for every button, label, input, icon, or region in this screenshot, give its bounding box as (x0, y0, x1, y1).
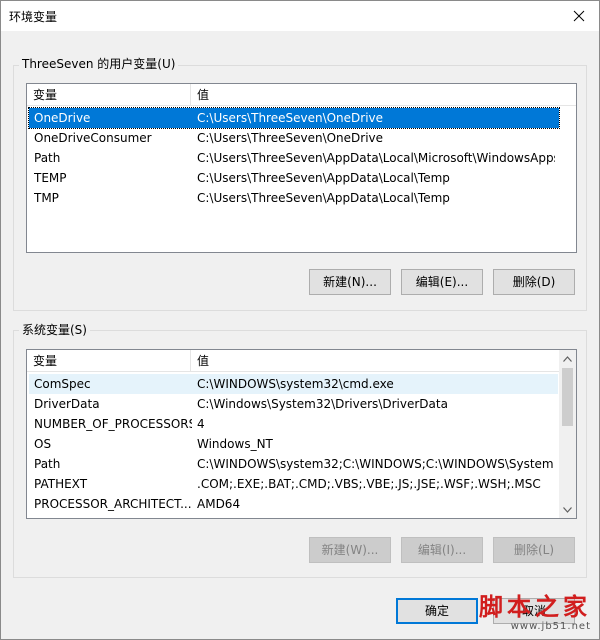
list-header: 变量 值 (27, 350, 560, 372)
scroll-down-arrow[interactable] (559, 501, 576, 518)
user-variables-list[interactable]: 变量 值 OneDrive C:\Users\ThreeSeven\OneDriv… (26, 83, 577, 253)
variable-name-cell: PROCESSOR_ARCHITECT... (34, 497, 192, 511)
user-edit-button[interactable]: 编辑(E)... (401, 269, 483, 295)
user-variables-label: ThreeSeven 的用户变量(U) (19, 57, 179, 71)
watermark-url: www.jb51.net (510, 621, 591, 632)
chevron-down-icon (563, 506, 572, 513)
system-edit-button[interactable]: 编辑(I)... (401, 537, 483, 563)
watermark-title: 脚本之家 (479, 592, 591, 621)
variable-name-cell: PATHEXT (34, 477, 88, 491)
close-icon (573, 10, 585, 22)
system-variables-label: 系统变量(S) (19, 323, 90, 337)
table-row[interactable]: NUMBER_OF_PROCESSORS 4 (29, 414, 558, 434)
variable-name-cell: NUMBER_OF_PROCESSORS (34, 417, 192, 431)
variable-name-cell: Path (34, 151, 61, 165)
chevron-up-icon (563, 355, 572, 362)
variable-value-cell: C:\Users\ThreeSeven\AppData\Local\Temp (197, 191, 450, 205)
variable-name-cell: OneDrive (34, 111, 91, 125)
table-row[interactable]: OneDrive C:\Users\ThreeSeven\OneDrive (28, 107, 560, 129)
variable-value-cell: C:\Users\ThreeSeven\AppData\Local\Micros… (197, 151, 555, 165)
variable-value-cell: .COM;.EXE;.BAT;.CMD;.VBS;.VBE;.JS;.JSE;.… (197, 477, 541, 491)
table-row[interactable]: ComSpec C:\WINDOWS\system32\cmd.exe (29, 374, 558, 394)
user-delete-button[interactable]: 删除(D) (493, 269, 575, 295)
variable-value-cell: Windows_NT (197, 437, 273, 451)
variable-value-cell: C:\WINDOWS\system32;C:\WINDOWS;C:\WINDOW… (197, 457, 554, 471)
variable-value-cell: C:\Users\ThreeSeven\OneDrive (197, 111, 384, 125)
watermark-logo: 脚本之家 www.jb51.net (451, 593, 591, 639)
environment-variables-dialog: 环境变量 ThreeSeven 的用户变量(U) 变量 值 OneDrive C:… (0, 0, 600, 640)
system-new-button[interactable]: 新建(W)... (309, 537, 391, 563)
system-delete-button[interactable]: 删除(L) (493, 537, 575, 563)
table-row[interactable]: TEMP C:\Users\ThreeSeven\AppData\Local\Te… (29, 168, 559, 188)
variable-name-cell: OneDriveConsumer (34, 131, 152, 145)
variable-value-cell: C:\WINDOWS\system32\cmd.exe (197, 377, 394, 391)
user-new-button[interactable]: 新建(N)... (309, 269, 391, 295)
scroll-up-arrow[interactable] (559, 350, 576, 367)
variable-name-cell: Path (34, 457, 61, 471)
table-row[interactable]: OneDriveConsumer C:\Users\ThreeSeven\OneD… (29, 128, 559, 148)
variable-name-cell: OS (34, 437, 52, 451)
variable-value-cell: C:\Users\ThreeSeven\AppData\Local\Temp (197, 171, 450, 185)
variable-name-cell: TEMP (34, 171, 67, 185)
close-button[interactable] (559, 1, 599, 31)
system-list-scrollbar[interactable] (559, 350, 576, 518)
table-row[interactable]: OS Windows_NT (29, 434, 558, 454)
title-bar: 环境变量 (1, 1, 599, 31)
table-row[interactable]: TMP C:\Users\ThreeSeven\AppData\Local\Tem… (29, 188, 559, 208)
table-row[interactable]: Path C:\Users\ThreeSeven\AppData\Local\Mi… (29, 148, 559, 168)
table-row[interactable]: DriverData C:\Windows\System32\Drivers\Dr… (29, 394, 558, 414)
system-variables-list[interactable]: 变量 值 ComSpec C:\WINDOWS\system32\cmd.exe D… (26, 349, 577, 519)
variable-name-cell: DriverData (34, 397, 100, 411)
table-row[interactable]: PATHEXT .COM;.EXE;.BAT;.CMD;.VBS;.VBE;.JS… (29, 474, 558, 494)
variable-name-cell: TMP (34, 191, 59, 205)
variable-value-cell: 4 (197, 417, 205, 431)
table-row[interactable]: Path C:\WINDOWS\system32;C:\WINDOWS;C:\WI… (29, 454, 558, 474)
scroll-thumb[interactable] (562, 368, 573, 426)
window-title: 环境变量 (9, 10, 58, 24)
column-header-value[interactable]: 值 (191, 84, 209, 106)
variable-name-cell: ComSpec (34, 377, 91, 391)
variable-value-cell: C:\Windows\System32\Drivers\DriverData (197, 397, 448, 411)
list-header: 变量 值 (27, 84, 576, 106)
table-row[interactable]: PROCESSOR_ARCHITECT... AMD64 (29, 494, 558, 514)
column-header-value[interactable]: 值 (191, 350, 209, 372)
variable-value-cell: AMD64 (197, 497, 241, 511)
column-header-variable[interactable]: 变量 (27, 350, 191, 372)
column-header-variable[interactable]: 变量 (27, 84, 191, 106)
variable-value-cell: C:\Users\ThreeSeven\OneDrive (197, 131, 384, 145)
